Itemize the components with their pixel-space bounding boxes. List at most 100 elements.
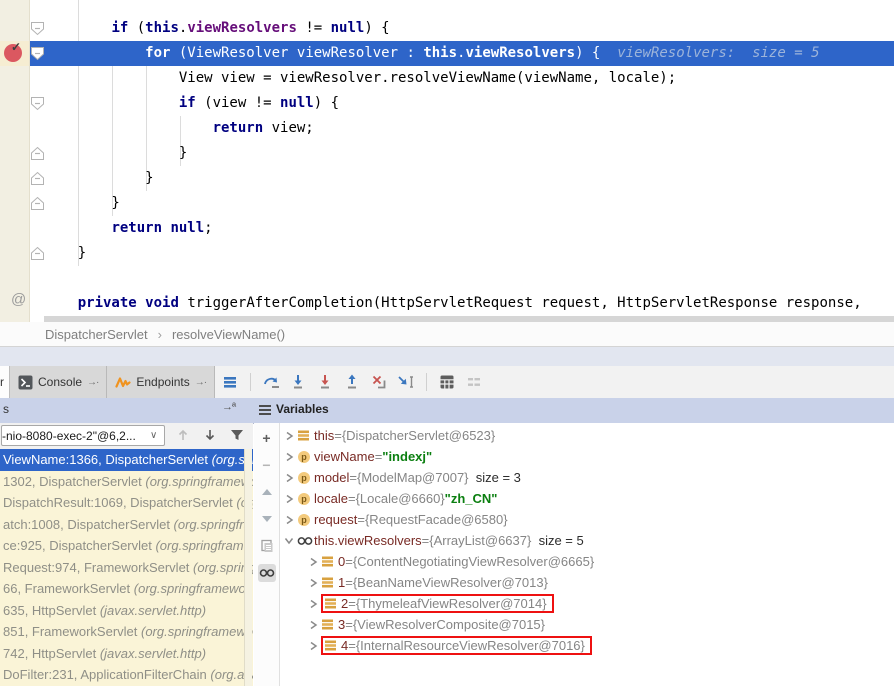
chevron-right-icon[interactable] xyxy=(281,473,297,483)
fold-start-icon[interactable] xyxy=(30,21,45,36)
stack-frame-row[interactable]: 66, FrameworkServlet (org.springframewor xyxy=(0,578,253,600)
code-line[interactable]: } xyxy=(30,166,894,191)
force-step-into-icon[interactable] xyxy=(316,373,334,391)
variable-row[interactable]: 2 = {ThymeleafViewResolver@7014} xyxy=(281,593,894,614)
code-editor[interactable]: if (this.viewResolvers != null) { for (V… xyxy=(0,0,894,322)
variables-panel: + − this = {DispatcherServlet@6523}pview… xyxy=(254,423,894,686)
fold-start-icon[interactable] xyxy=(30,96,45,111)
stack-frame-row[interactable]: ViewName:1366, DispatcherServlet (org.sp… xyxy=(0,449,253,471)
chevron-right-icon[interactable] xyxy=(305,578,321,588)
object-icon xyxy=(321,618,338,631)
chevron-right-icon[interactable] xyxy=(281,494,297,504)
code-lines[interactable]: if (this.viewResolvers != null) { for (V… xyxy=(30,16,894,316)
next-frame-icon[interactable] xyxy=(201,426,219,444)
equals-sign: = xyxy=(345,554,353,569)
fold-start-icon[interactable] xyxy=(30,46,45,61)
variable-row[interactable]: 0 = {ContentNegotiatingViewResolver@6665… xyxy=(281,551,894,572)
step-over-icon[interactable] xyxy=(262,373,280,391)
code-line[interactable]: if (view != null) { xyxy=(30,91,894,116)
chevron-right-icon[interactable] xyxy=(305,641,321,651)
watches-toggle-icon[interactable] xyxy=(258,564,276,582)
variable-row[interactable]: pviewName = "indexj" xyxy=(281,446,894,467)
chevron-right-icon[interactable] xyxy=(305,557,321,567)
chevron-right-icon[interactable] xyxy=(281,452,297,462)
toolbar-separator xyxy=(250,373,251,391)
fold-end-icon[interactable] xyxy=(30,171,45,186)
stack-frame-row[interactable]: 742, HttpServlet (javax.servlet.http) xyxy=(0,643,253,665)
code-token: if xyxy=(111,20,128,36)
code-token: if xyxy=(179,95,196,111)
code-line[interactable]: return view; xyxy=(30,116,894,141)
step-into-icon[interactable] xyxy=(289,373,307,391)
stack-frame-row[interactable]: 635, HttpServlet (javax.servlet.http) xyxy=(0,600,253,622)
step-out-icon[interactable] xyxy=(343,373,361,391)
focus-frames-icon[interactable]: →ª xyxy=(222,401,235,413)
code-token: triggerAfterCompletion(HttpServletReques… xyxy=(179,295,862,311)
variable-row[interactable]: 3 = {ViewResolverComposite@7015} xyxy=(281,614,894,635)
equals-sign: = xyxy=(345,575,353,590)
panel-header-bar: s →ª Variables xyxy=(0,398,894,424)
variable-row[interactable]: this = {DispatcherServlet@6523} xyxy=(281,425,894,446)
code-token: private xyxy=(78,295,137,311)
code-token: void xyxy=(145,295,179,311)
breadcrumb-item[interactable]: DispatcherServlet xyxy=(45,327,148,342)
breadcrumb-item[interactable]: resolveViewName() xyxy=(172,327,285,342)
stack-frame-row[interactable]: ce:925, DispatcherServlet (org.springfra… xyxy=(0,535,253,557)
show-execution-point-icon[interactable] xyxy=(221,373,239,391)
run-to-cursor-icon[interactable] xyxy=(397,373,415,391)
code-line[interactable]: View view = viewResolver.resolveViewName… xyxy=(30,66,894,91)
code-line[interactable]: private void triggerAfterCompletion(Http… xyxy=(30,291,894,316)
code-line[interactable]: } xyxy=(30,141,894,166)
frames-scrollbar[interactable] xyxy=(244,449,252,686)
debug-panels: s →ª Variables -nio-8080-exec-2"@6,2... … xyxy=(0,398,894,686)
frame-package: (org.springframe xyxy=(155,538,250,553)
variable-row[interactable]: plocale = {Locale@6660} "zh_CN" xyxy=(281,488,894,509)
variable-row[interactable]: 1 = {BeanNameViewResolver@7013} xyxy=(281,572,894,593)
fold-end-icon[interactable] xyxy=(30,146,45,161)
tab-console[interactable]: Console→· xyxy=(10,366,107,398)
evaluate-expression-icon[interactable] xyxy=(438,373,456,391)
code-line[interactable]: } xyxy=(30,241,894,266)
add-watch-icon[interactable]: + xyxy=(258,429,276,447)
execution-point-line[interactable]: for (ViewResolver viewResolver : this.vi… xyxy=(30,41,894,66)
variable-row[interactable]: pmodel = {ModelMap@7007} size = 3 xyxy=(281,467,894,488)
move-down-icon[interactable] xyxy=(258,510,276,528)
chevron-right-icon[interactable] xyxy=(281,515,297,525)
stack-frame-row[interactable]: Request:974, FrameworkServlet (org.sprin… xyxy=(0,557,253,579)
frame-package: (org.springframewo xyxy=(141,624,253,639)
code-token: } xyxy=(44,145,187,161)
stack-frame-row[interactable]: DispatchResult:1069, DispatcherServlet (… xyxy=(0,492,253,514)
chevron-right-icon[interactable] xyxy=(305,620,321,630)
chevron-right-icon[interactable] xyxy=(281,431,297,441)
variables-menu-icon[interactable] xyxy=(259,405,271,415)
remove-watch-icon[interactable]: − xyxy=(258,456,276,474)
variable-row[interactable]: 4 = {InternalResourceViewResolver@7016} xyxy=(281,635,894,656)
annotation-at-icon: @ xyxy=(11,291,26,308)
variable-row[interactable]: this.viewResolvers = {ArrayList@6637} si… xyxy=(281,530,894,551)
collection-size: size = 3 xyxy=(469,470,521,485)
code-line[interactable]: return null; xyxy=(30,216,894,241)
copy-stack-icon[interactable] xyxy=(258,537,276,555)
drop-frame-icon[interactable] xyxy=(370,373,388,391)
chevron-down-icon[interactable] xyxy=(281,536,297,545)
move-up-icon[interactable] xyxy=(258,483,276,501)
chevron-right-icon[interactable] xyxy=(305,599,321,609)
stack-frame-row[interactable]: atch:1008, DispatcherServlet (org.spring… xyxy=(0,514,253,536)
stack-frame-row[interactable]: 851, FrameworkServlet (org.springframewo xyxy=(0,621,253,643)
tab-endpoints[interactable]: Endpoints→· xyxy=(107,366,215,398)
stack-frame-row[interactable]: 1302, DispatcherServlet (org.springframe… xyxy=(0,471,253,493)
variable-row[interactable]: prequest = {RequestFacade@6580} xyxy=(281,509,894,530)
variables-panel-title: Variables xyxy=(276,402,329,416)
red-annotation-box: 4 = {InternalResourceViewResolver@7016} xyxy=(321,636,592,655)
code-line[interactable] xyxy=(30,266,894,291)
thread-selector-dropdown[interactable]: -nio-8080-exec-2"@6,2... ∨ xyxy=(1,425,165,446)
previous-frame-icon[interactable] xyxy=(174,426,192,444)
stack-frame-row[interactable]: DoFilter:231, ApplicationFilterChain (or… xyxy=(0,664,253,686)
code-line[interactable]: if (this.viewResolvers != null) { xyxy=(30,16,894,41)
tab-debugger-clipped[interactable]: r xyxy=(0,366,10,398)
fold-end-icon[interactable] xyxy=(30,246,45,261)
fold-end-icon[interactable] xyxy=(30,196,45,211)
restore-layout-icon[interactable] xyxy=(465,373,483,391)
filter-frames-icon[interactable] xyxy=(228,426,246,444)
code-line[interactable]: } xyxy=(30,191,894,216)
